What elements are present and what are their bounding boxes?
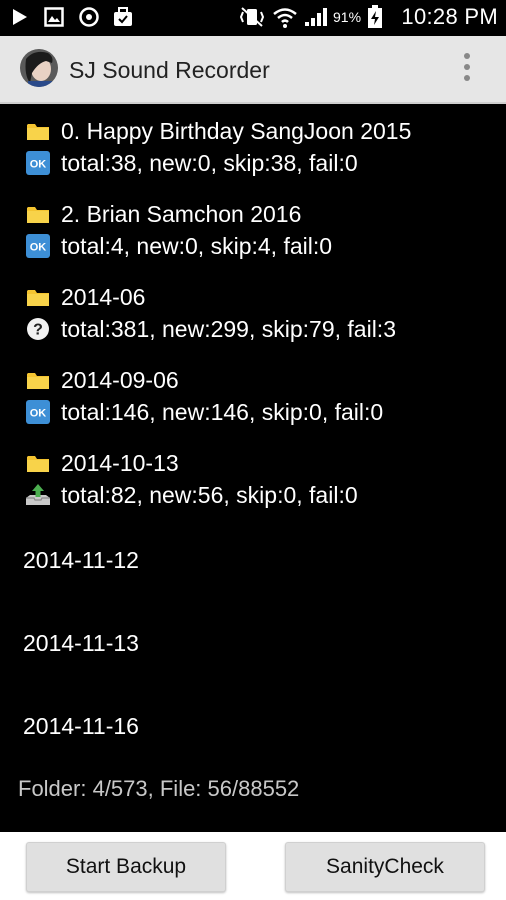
folder-name-row[interactable]: 0. Happy Birthday SangJoon 2015 [24,116,411,146]
svg-text:OK: OK [30,242,47,254]
sanity-check-button[interactable]: SanityCheck [285,842,485,892]
ok-icon: OK [24,399,52,425]
folder-icon [24,450,52,476]
svg-text:?: ? [33,322,43,339]
pending-folder[interactable]: 2014-11-16 [23,713,139,740]
gallery-icon [44,7,64,27]
folder-summary-row: OK total:38, new:0, skip:38, fail:0 [24,148,358,178]
folder-name-row[interactable]: 2014-09-06 [24,365,179,395]
folder-summary: total:38, new:0, skip:38, fail:0 [61,149,358,176]
battery-charging-icon [368,5,382,28]
folder-name-row[interactable]: 2014-06 [24,282,145,312]
briefcase-icon [114,7,132,26]
folder-summary-row: total:82, new:56, skip:0, fail:0 [24,480,358,510]
progress-status: Folder: 4/573, File: 56/88552 [18,776,300,801]
folder-summary: total:82, new:56, skip:0, fail:0 [61,481,358,508]
ok-icon: OK [24,233,52,259]
app-bar: SJ Sound Recorder [0,36,506,104]
folder-summary-row: ? total:381, new:299, skip:79, fail:3 [24,314,396,344]
folder-name: 2014-06 [61,283,146,310]
folder-icon [24,367,52,393]
battery-percent: 91% [333,9,362,25]
pending-folder[interactable]: 2014-11-12 [23,547,139,574]
folder-name: 2014-09-06 [61,366,179,393]
svg-text:OK: OK [30,159,47,171]
question-icon: ? [24,316,52,342]
wifi-icon [273,8,297,28]
svg-text:OK: OK [30,408,47,420]
status-bar: 91% 10:28 PM [0,0,506,36]
vibrate-icon [239,7,265,27]
folder-summary: total:381, new:299, skip:79, fail:3 [61,315,396,342]
folder-summary-row: OK total:146, new:146, skip:0, fail:0 [24,397,383,427]
start-backup-button[interactable]: Start Backup [26,842,226,892]
app-avatar[interactable] [20,49,58,87]
sync-icon [79,7,99,27]
folder-name-row[interactable]: 2. Brian Samchon 2016 [24,199,301,229]
folder-icon [24,284,52,310]
ok-icon: OK [24,150,52,176]
folder-name-row[interactable]: 2014-10-13 [24,448,179,478]
folder-summary: total:4, new:0, skip:4, fail:0 [61,232,333,259]
folder-name: 0. Happy Birthday SangJoon 2015 [61,117,412,144]
folder-summary-row: OK total:4, new:0, skip:4, fail:0 [24,231,332,261]
pending-folder[interactable]: 2014-11-13 [23,630,139,657]
signal-icon [305,8,327,26]
app-title: SJ Sound Recorder [69,57,270,83]
folder-name: 2. Brian Samchon 2016 [61,200,302,227]
more-vert-icon[interactable] [461,53,473,87]
play-icon [13,9,27,25]
folder-icon [24,201,52,227]
folder-summary: total:146, new:146, skip:0, fail:0 [61,398,384,425]
upload-tray-icon [24,482,52,508]
folder-name: 2014-10-13 [61,449,179,476]
clock: 10:28 PM [401,4,498,29]
action-bar: Start Backup SanityCheck [0,832,506,900]
folder-icon [24,118,52,144]
